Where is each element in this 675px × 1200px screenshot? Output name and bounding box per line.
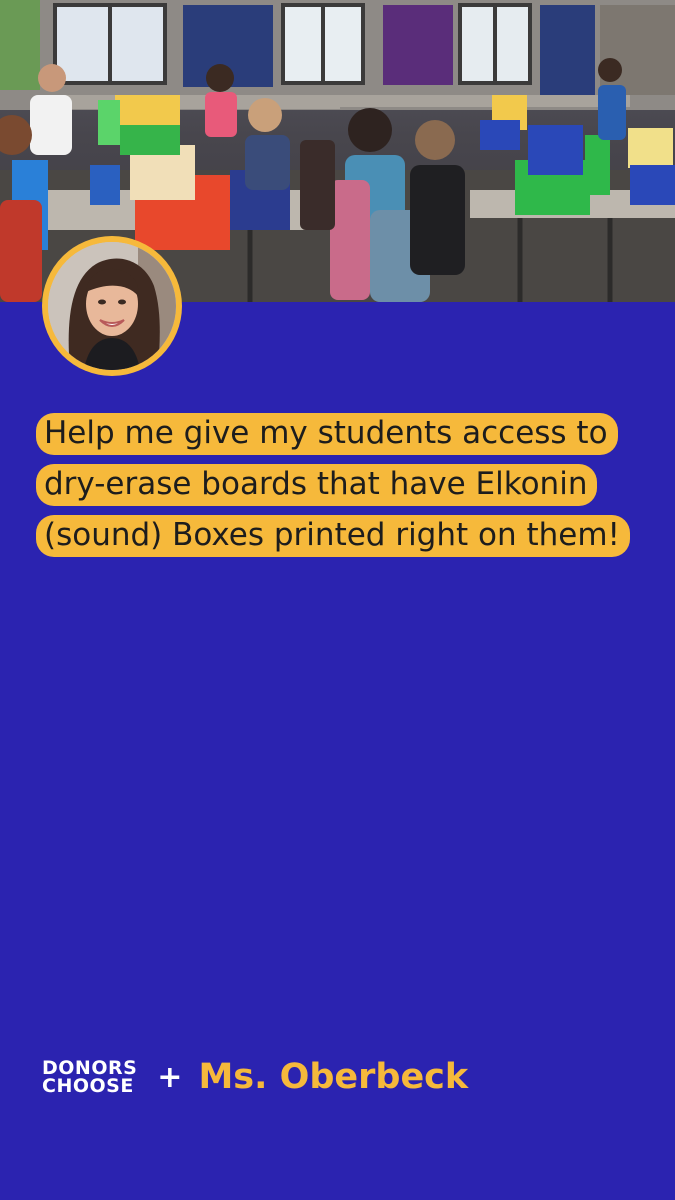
teacher-avatar	[42, 236, 182, 376]
footer: DONORS CHOOSE + Ms. Oberbeck	[42, 1052, 468, 1102]
logo-line-2: CHOOSE	[42, 1075, 134, 1097]
project-headline-text: Help me give my students access to dry-e…	[36, 413, 630, 557]
teacher-photo	[48, 242, 176, 370]
plus-separator: +	[157, 1059, 183, 1095]
teacher-name: Ms. Oberbeck	[198, 1057, 469, 1097]
project-share-card: Help me give my students access to dry-e…	[0, 0, 675, 1200]
donorschoose-logo: DONORS CHOOSE	[42, 1059, 137, 1097]
project-headline: Help me give my students access to dry-e…	[36, 408, 656, 561]
